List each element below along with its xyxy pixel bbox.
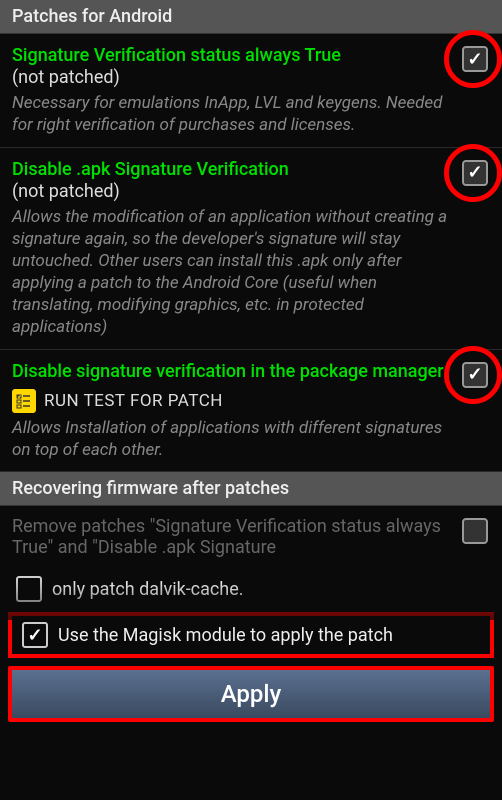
recovery-section-header: Recovering firmware after patches (0, 472, 502, 506)
recovery-checkbox[interactable] (462, 518, 488, 544)
apply-button[interactable]: Apply (8, 666, 494, 722)
patch-description: Allows Installation of applications with… (12, 417, 452, 461)
patch-checkbox[interactable] (462, 160, 488, 186)
magisk-label: Use the Magisk module to apply the patch (58, 625, 393, 646)
patch-checkbox[interactable] (462, 362, 488, 388)
patch-title: Disable .apk Signature Verification (12, 158, 452, 181)
patch-status: (not patched) (12, 181, 452, 202)
patches-section-header: Patches for Android (0, 0, 502, 34)
magisk-checkbox[interactable] (22, 622, 48, 648)
magisk-option-row[interactable]: Use the Magisk module to apply the patch (12, 616, 490, 654)
patch-title: Signature Verification status always Tru… (12, 44, 452, 67)
dalvik-checkbox[interactable] (16, 576, 42, 602)
magisk-highlight-box: Use the Magisk module to apply the patch (8, 612, 494, 658)
checklist-icon (12, 389, 36, 413)
recovery-remove-title: Remove patches "Signature Verification s… (12, 516, 450, 558)
patch-checkbox[interactable] (462, 46, 488, 72)
dalvik-option-row[interactable]: only patch dalvik-cache. (0, 568, 502, 610)
patch-item[interactable]: Signature Verification status always Tru… (0, 34, 502, 148)
run-test-row[interactable]: RUN TEST FOR PATCH (12, 389, 452, 413)
recovery-remove-item[interactable]: Remove patches "Signature Verification s… (0, 506, 502, 568)
patch-title: Disable signature verification in the pa… (12, 360, 452, 383)
patch-description: Allows the modification of an applicatio… (12, 206, 452, 339)
dalvik-label: only patch dalvik-cache. (52, 579, 244, 600)
patch-item[interactable]: Disable .apk Signature Verification (not… (0, 148, 502, 350)
patch-item[interactable]: Disable signature verification in the pa… (0, 350, 502, 473)
patch-status: (not patched) (12, 67, 452, 88)
patch-description: Necessary for emulations InApp, LVL and … (12, 92, 452, 136)
run-test-label: RUN TEST FOR PATCH (44, 391, 223, 411)
